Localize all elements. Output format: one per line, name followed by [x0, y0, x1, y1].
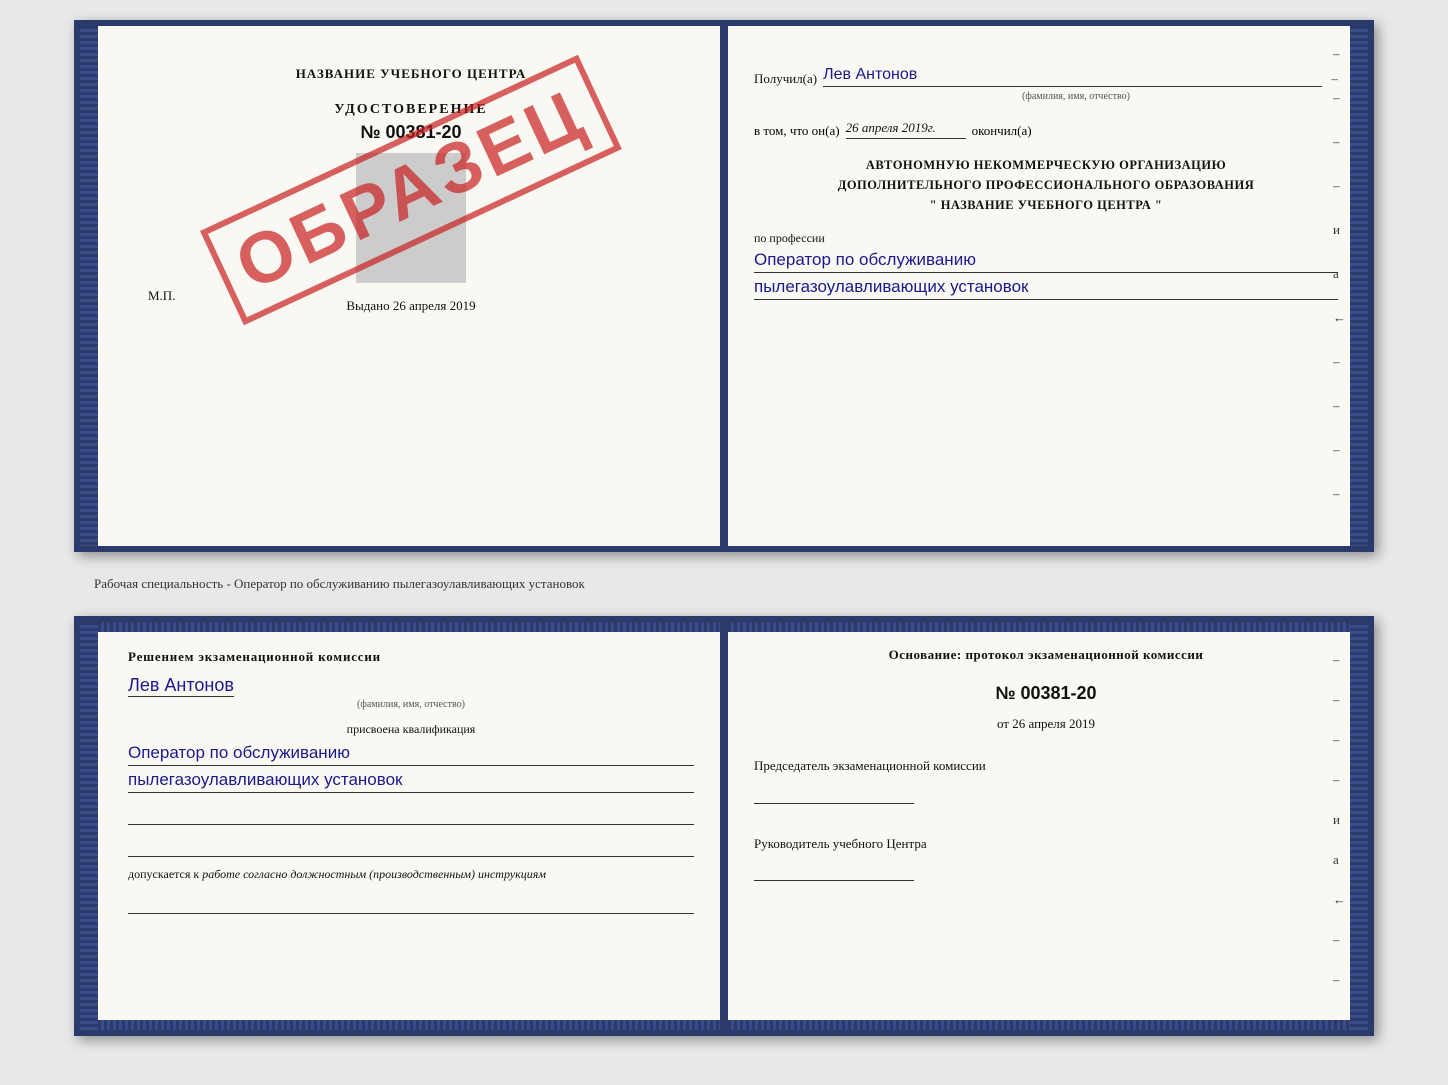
- profession-label: по профессии: [754, 231, 1338, 246]
- blank-line-3: [128, 894, 694, 914]
- date-value-top: 26 апреля 2019г.: [846, 120, 966, 139]
- chairman-label: Председатель экзаменационной комиссии: [754, 756, 1338, 804]
- protocol-date-prefix: от: [997, 716, 1009, 731]
- bottom-right-content: Основание: протокол экзаменационной коми…: [754, 647, 1338, 881]
- chairman-title: Председатель экзаменационной комиссии: [754, 756, 1338, 776]
- qual-line2: пылегазоулавливающих установок: [128, 770, 694, 793]
- date-line-top: в том, что он(а) 26 апреля 2019г. окончи…: [754, 120, 1338, 139]
- right-page-content: Получил(а) Лев Антонов – (фамилия, имя, …: [754, 66, 1338, 300]
- school-name-top: НАЗВАНИЕ УЧЕБНОГО ЦЕНТРА: [128, 66, 694, 82]
- bottom-right-page: Основание: протокол экзаменационной коми…: [724, 622, 1368, 1030]
- date-prefix: в том, что он(а): [754, 123, 840, 139]
- qual-line1: Оператор по обслуживанию: [128, 743, 694, 766]
- blank-line-2: [128, 837, 694, 857]
- recipient-line: Получил(а) Лев Антонов –: [754, 66, 1338, 87]
- bottom-left-page: Решением экзаменационной комиссии Лев Ан…: [80, 622, 724, 1030]
- rukovoditel-signature-line: [754, 861, 914, 881]
- fio-label-top: (фамилия, имя, отчество): [834, 91, 1318, 102]
- issue-date: Выдано 26 апреля 2019: [128, 298, 694, 314]
- org-line1: АВТОНОМНУЮ НЕКОММЕРЧЕСКУЮ ОРГАНИЗАЦИЮ: [754, 155, 1338, 175]
- right-page-top: Получил(а) Лев Антонов – (фамилия, имя, …: [724, 26, 1368, 546]
- issue-label: Выдано: [346, 298, 389, 313]
- cert-number: № 00381-20: [128, 122, 694, 143]
- protocol-number: № 00381-20: [754, 683, 1338, 704]
- bottom-right-dashes: – – – – и а ← – – – –: [1333, 652, 1346, 1036]
- mp-label: М.П.: [148, 288, 175, 304]
- org-name: НАЗВАНИЕ УЧЕБНОГО ЦЕНТРА: [941, 198, 1152, 212]
- allowed-prefix: допускается к: [128, 867, 199, 881]
- org-name-line: " НАЗВАНИЕ УЧЕБНОГО ЦЕНТРА ": [754, 195, 1338, 215]
- allowed-text: допускается к работе согласно должностны…: [128, 867, 694, 882]
- date-suffix: окончил(а): [972, 123, 1032, 139]
- photo-placeholder: [356, 153, 466, 283]
- right-dashes: – – – – и а ← – – – –: [1333, 46, 1346, 502]
- assigned-label: присвоена квалификация: [128, 722, 694, 737]
- commission-text: Решением экзаменационной комиссии: [128, 647, 694, 667]
- bottom-document-spread: Решением экзаменационной комиссии Лев Ан…: [74, 616, 1374, 1036]
- left-page-top: НАЗВАНИЕ УЧЕБНОГО ЦЕНТРА УДОСТОВЕРЕНИЕ №…: [80, 26, 724, 546]
- top-document-spread: НАЗВАНИЕ УЧЕБНОГО ЦЕНТРА УДОСТОВЕРЕНИЕ №…: [74, 20, 1374, 552]
- cert-title: УДОСТОВЕРЕНИЕ: [128, 102, 694, 118]
- recipient-label: Получил(а): [754, 71, 817, 87]
- org-block: АВТОНОМНУЮ НЕКОММЕРЧЕСКУЮ ОРГАНИЗАЦИЮ ДО…: [754, 155, 1338, 215]
- separator-text: Рабочая специальность - Оператор по обсл…: [74, 568, 1374, 600]
- allowed-detail: работе согласно должностным (производств…: [202, 867, 546, 881]
- blank-line-1: [128, 805, 694, 825]
- protocol-date-value: 26 апреля 2019: [1012, 716, 1095, 731]
- rukovoditel-title: Руководитель учебного Центра: [754, 834, 1338, 854]
- issue-date-value: 26 апреля 2019: [393, 298, 476, 313]
- bottom-left-content: Решением экзаменационной комиссии Лев Ан…: [128, 647, 694, 914]
- recipient-name: Лев Антонов: [823, 66, 1321, 87]
- left-border-decoration: [80, 26, 98, 546]
- fio-label-bottom: (фамилия, имя, отчество): [128, 699, 694, 710]
- bottom-left-border: [80, 622, 98, 1030]
- bottom-right-border: [1350, 622, 1368, 1030]
- org-quote-open: ": [930, 198, 937, 212]
- rukovoditel-label: Руководитель учебного Центра: [754, 834, 1338, 882]
- left-page-content: НАЗВАНИЕ УЧЕБНОГО ЦЕНТРА УДОСТОВЕРЕНИЕ №…: [128, 66, 694, 314]
- profession-line2: пылегазоулавливающих установок: [754, 277, 1338, 300]
- osnov-text: Основание: протокол экзаменационной коми…: [754, 647, 1338, 663]
- person-name-bottom: Лев Антонов: [128, 675, 234, 697]
- profession-line1: Оператор по обслуживанию: [754, 250, 1338, 273]
- protocol-date: от 26 апреля 2019: [754, 716, 1338, 732]
- org-line2: ДОПОЛНИТЕЛЬНОГО ПРОФЕССИОНАЛЬНОГО ОБРАЗО…: [754, 175, 1338, 195]
- certificate-block: УДОСТОВЕРЕНИЕ № 00381-20 Выдано 26 апрел…: [128, 102, 694, 314]
- chairman-signature-line: [754, 784, 914, 804]
- org-quote-close: ": [1155, 198, 1162, 212]
